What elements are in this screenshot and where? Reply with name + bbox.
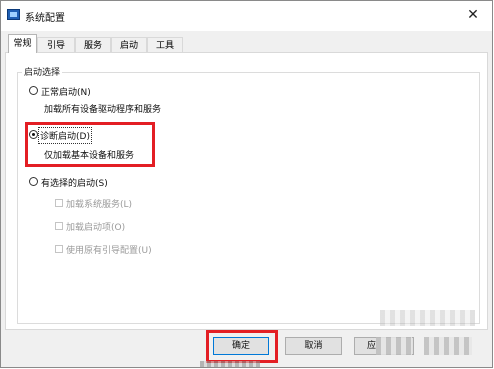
tab-boot[interactable]: 引导 <box>37 37 75 53</box>
tab-general[interactable]: 常规 <box>8 34 37 53</box>
selective-startup-radio[interactable] <box>29 177 38 186</box>
startup-selection-label: 启动选择 <box>22 65 63 78</box>
apply-button-label: 应 <box>367 341 377 351</box>
tab-services[interactable]: 服务 <box>75 37 111 53</box>
blurred-help-button <box>424 337 472 355</box>
tab-tools[interactable]: 工具 <box>147 37 183 53</box>
blurred-watermark <box>376 337 412 355</box>
window-title: 系统配置 <box>25 13 65 24</box>
diagnostic-highlight-box <box>25 122 155 167</box>
close-icon[interactable]: ✕ <box>467 7 479 23</box>
load-startup-items-checkbox[interactable] <box>55 222 63 230</box>
bottom-blur-smudge <box>200 361 260 367</box>
normal-startup-desc: 加载所有设备驱动程序和服务 <box>44 105 162 115</box>
app-icon <box>7 9 20 20</box>
load-startup-items-label[interactable]: 加载启动项(O) <box>66 220 125 233</box>
title-bar: 系统配置 ✕ <box>1 1 492 31</box>
normal-startup-radio[interactable] <box>29 86 38 95</box>
tab-startup[interactable]: 启动 <box>111 37 147 53</box>
use-original-boot-config-checkbox[interactable] <box>55 245 63 253</box>
ok-highlight-box <box>206 330 278 363</box>
close-button[interactable]: ✕ <box>464 6 482 24</box>
load-system-services-checkbox[interactable] <box>55 199 63 207</box>
selective-startup-label[interactable]: 有选择的启动(S) <box>41 176 108 189</box>
load-system-services-label[interactable]: 加载系统服务(L) <box>66 197 132 210</box>
blurred-watermark-upper <box>380 310 475 326</box>
use-original-boot-config-label[interactable]: 使用原有引导配置(U) <box>66 243 152 256</box>
cancel-button[interactable]: 取消 <box>285 337 342 355</box>
normal-startup-label[interactable]: 正常启动(N) <box>41 85 91 98</box>
